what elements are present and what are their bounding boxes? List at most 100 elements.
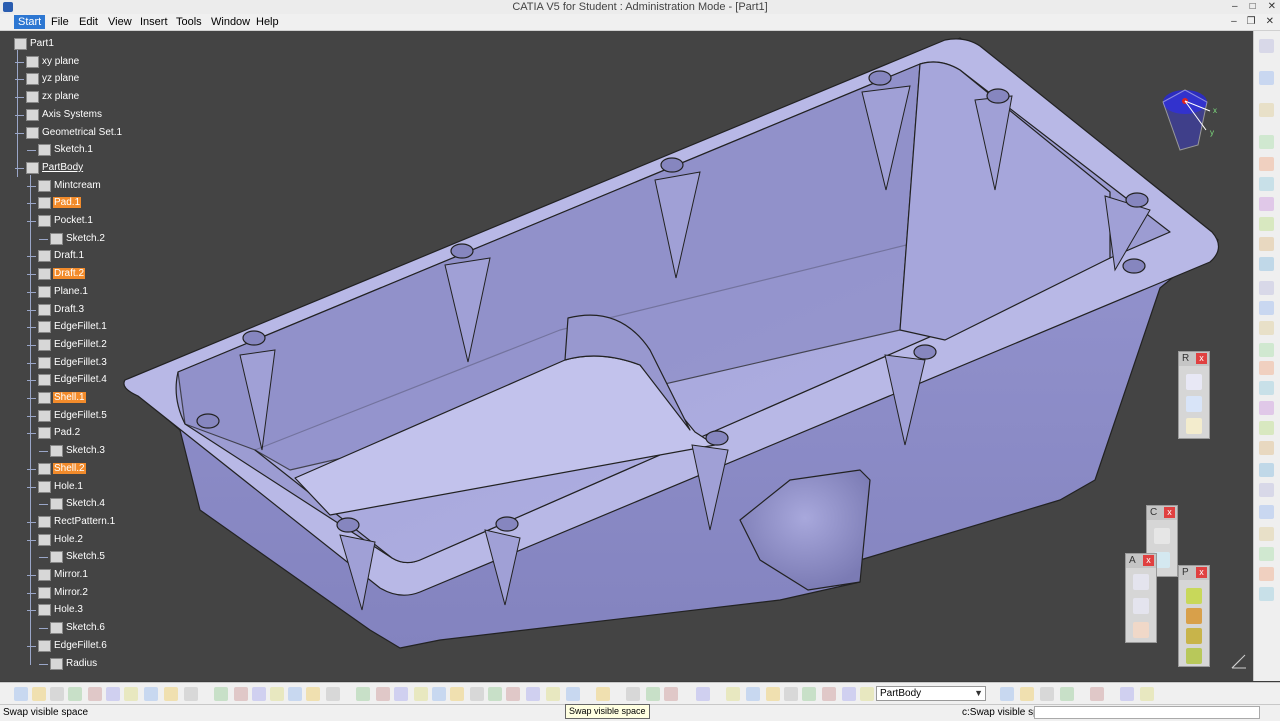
menu-help[interactable]: Help — [256, 16, 279, 28]
standard-tool-icon[interactable] — [288, 687, 302, 701]
curvature-analysis-icon[interactable] — [1133, 598, 1149, 614]
menu-start[interactable]: Start — [14, 15, 46, 29]
standard-tool-icon[interactable] — [68, 687, 82, 701]
standard-tool-icon[interactable] — [488, 687, 502, 701]
standard-tool-icon[interactable] — [1020, 687, 1034, 701]
constraint-icon[interactable] — [1154, 528, 1170, 544]
standard-tool-icon[interactable] — [252, 687, 266, 701]
menu-file[interactable]: File — [51, 16, 69, 28]
standard-tool-icon[interactable] — [842, 687, 856, 701]
standard-tool-icon[interactable] — [50, 687, 64, 701]
standard-tool-icon[interactable] — [506, 687, 520, 701]
workbench-tool-icon[interactable] — [1259, 567, 1274, 581]
workbench-tool-icon[interactable] — [1259, 71, 1274, 85]
standard-tool-icon[interactable] — [646, 687, 660, 701]
standard-tool-icon[interactable] — [470, 687, 484, 701]
workbench-tool-icon[interactable] — [1259, 463, 1274, 477]
maximize-icon[interactable]: □ — [1250, 0, 1256, 14]
3d-viewport[interactable]: x y Part1 xy plane yz plane zx plane Axis Sy… — [0, 31, 1254, 681]
workbench-tool-icon[interactable] — [1259, 177, 1274, 191]
standard-tool-icon[interactable] — [766, 687, 780, 701]
standard-tool-icon[interactable] — [1000, 687, 1014, 701]
standard-tool-icon[interactable] — [1060, 687, 1074, 701]
standard-tool-icon[interactable] — [32, 687, 46, 701]
workbench-tool-icon[interactable] — [1259, 343, 1274, 357]
standard-tool-icon[interactable] — [14, 687, 28, 701]
close-toolbox-icon[interactable]: x — [1196, 567, 1207, 578]
workbench-tool-icon[interactable] — [1259, 361, 1274, 375]
menu-tools[interactable]: Tools — [176, 16, 202, 28]
specification-tree[interactable]: Part1 xy plane yz plane zx plane Axis System… — [0, 31, 130, 681]
close-toolbox-icon[interactable]: x — [1164, 507, 1175, 518]
product-tool-2-icon[interactable] — [1186, 608, 1202, 624]
workbench-tool-icon[interactable] — [1259, 197, 1274, 211]
close-icon[interactable]: ✕ — [1268, 0, 1276, 14]
workbench-tool-icon[interactable] — [1259, 421, 1274, 435]
doc-close-icon[interactable]: ✕ — [1266, 16, 1274, 27]
plane-tool-icon[interactable] — [1186, 418, 1202, 434]
workbench-tool-icon[interactable] — [1259, 483, 1274, 497]
workbench-tool-icon[interactable] — [1259, 217, 1274, 231]
minimize-icon[interactable]: – — [1232, 0, 1238, 14]
standard-tool-icon[interactable] — [450, 687, 464, 701]
standard-tool-icon[interactable] — [356, 687, 370, 701]
workbench-tool-icon[interactable] — [1259, 237, 1274, 251]
menu-edit[interactable]: Edit — [79, 16, 98, 28]
standard-tool-icon[interactable] — [164, 687, 178, 701]
standard-tool-icon[interactable] — [746, 687, 760, 701]
standard-tool-icon[interactable] — [1140, 687, 1154, 701]
product-tool-1-icon[interactable] — [1186, 588, 1202, 604]
workbench-tool-icon[interactable] — [1259, 103, 1274, 117]
standard-tool-icon[interactable] — [1090, 687, 1104, 701]
workbench-tool-icon[interactable] — [1259, 281, 1274, 295]
close-toolbox-icon[interactable]: x — [1196, 353, 1207, 364]
draft-analysis-icon[interactable] — [1133, 574, 1149, 590]
workbench-tool-icon[interactable] — [1259, 547, 1274, 561]
workbench-tool-icon[interactable] — [1259, 301, 1274, 315]
standard-tool-icon[interactable] — [802, 687, 816, 701]
line-icon[interactable] — [1186, 396, 1202, 412]
point-icon[interactable] — [1186, 374, 1202, 390]
command-input[interactable] — [1034, 706, 1260, 719]
standard-tool-icon[interactable] — [1040, 687, 1054, 701]
standard-tool-icon[interactable] — [394, 687, 408, 701]
standard-tool-icon[interactable] — [184, 687, 198, 701]
doc-restore-icon[interactable]: ❐ — [1247, 16, 1256, 27]
standard-tool-icon[interactable] — [664, 687, 678, 701]
oil-pan-part-model[interactable]: x y — [0, 31, 1254, 681]
reference-elements-toolbox[interactable]: Rx — [1178, 351, 1210, 439]
product-tool-3-icon[interactable] — [1186, 628, 1202, 644]
workbench-tool-icon[interactable] — [1259, 257, 1274, 271]
analysis-toolbox[interactable]: Ax — [1125, 553, 1157, 643]
standard-tool-icon[interactable] — [88, 687, 102, 701]
standard-tool-icon[interactable] — [432, 687, 446, 701]
standard-tool-icon[interactable] — [526, 687, 540, 701]
standard-tool-icon[interactable] — [214, 687, 228, 701]
doc-minimize-icon[interactable]: – — [1231, 16, 1237, 27]
workbench-tool-icon[interactable] — [1259, 157, 1274, 171]
workbench-tool-icon[interactable] — [1259, 381, 1274, 395]
menu-window[interactable]: Window — [211, 16, 250, 28]
standard-tool-icon[interactable] — [546, 687, 560, 701]
workbench-tool-icon[interactable] — [1259, 39, 1274, 53]
standard-tool-icon[interactable] — [270, 687, 284, 701]
standard-tool-icon[interactable] — [124, 687, 138, 701]
workbench-tool-icon[interactable] — [1259, 135, 1274, 149]
workbench-tool-icon[interactable] — [1259, 321, 1274, 335]
product-tool-4-icon[interactable] — [1186, 648, 1202, 664]
standard-tool-icon[interactable] — [414, 687, 428, 701]
standard-tool-icon[interactable] — [1120, 687, 1134, 701]
standard-tool-icon[interactable] — [784, 687, 798, 701]
current-body-select[interactable]: PartBody ▼ — [876, 686, 986, 701]
workbench-tool-icon[interactable] — [1259, 505, 1274, 519]
standard-tool-icon[interactable] — [822, 687, 836, 701]
standard-tool-icon[interactable] — [596, 687, 610, 701]
standard-tool-icon[interactable] — [326, 687, 340, 701]
standard-tool-icon[interactable] — [860, 687, 874, 701]
close-toolbox-icon[interactable]: x — [1143, 555, 1154, 566]
compass-axis-icon[interactable]: x y — [1162, 89, 1217, 151]
standard-tool-icon[interactable] — [726, 687, 740, 701]
standard-tool-icon[interactable] — [306, 687, 320, 701]
standard-tool-icon[interactable] — [566, 687, 580, 701]
thread-analysis-icon[interactable] — [1133, 622, 1149, 638]
